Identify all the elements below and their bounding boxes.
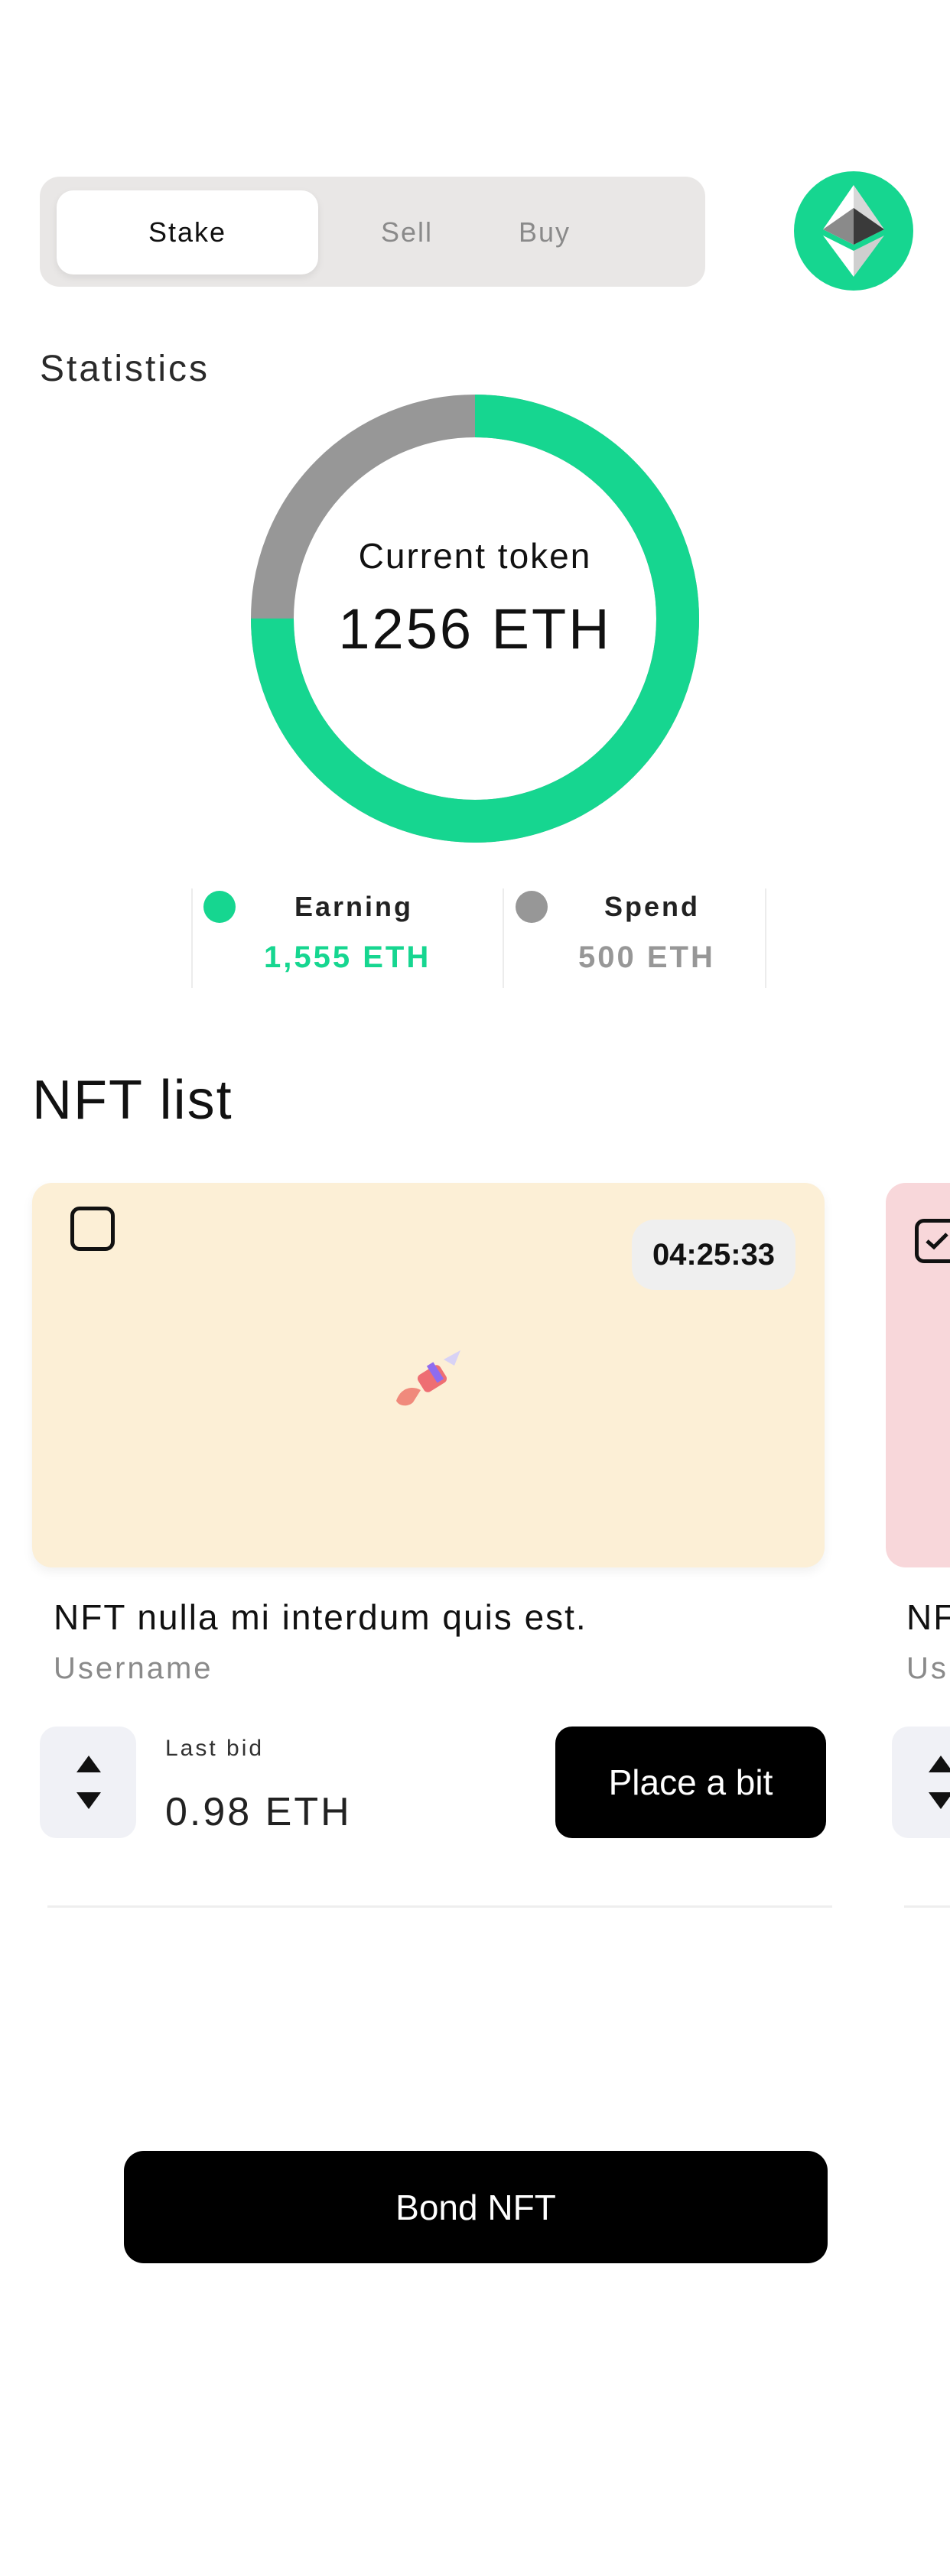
nft-select-checkbox[interactable] [70,1207,115,1251]
arrow-up-icon [929,1756,950,1772]
card-divider [904,1905,950,1908]
tab-stake[interactable]: Stake [57,190,318,274]
spend-label: Spend [604,891,701,922]
legend-divider [765,888,766,988]
tab-buy[interactable]: Buy [499,190,590,274]
brush-icon [396,1350,460,1406]
legend-divider [503,888,504,988]
ethereum-icon [823,185,884,277]
ethereum-avatar-button[interactable] [794,171,913,291]
checkmark-icon [926,1233,948,1250]
earning-value: 1,555 ETH [264,940,431,974]
current-token-value: 1256 ETH [338,597,612,661]
current-token-label: Current token [358,536,592,576]
nft-username[interactable]: Username [54,1652,213,1686]
earning-label: Earning [294,891,414,922]
bid-stepper[interactable] [892,1727,950,1838]
legend-divider [191,888,193,988]
spend-dot-icon [516,891,548,923]
last-bid-value: 0.98 ETH [165,1790,352,1834]
place-bid-button[interactable]: Place a bit [555,1727,826,1838]
arrow-down-icon [929,1792,950,1809]
tab-sell[interactable]: Sell [346,190,468,274]
spend-value: 500 ETH [578,940,715,974]
card-divider [47,1905,832,1908]
statistics-title: Statistics [40,349,210,389]
nft-title: NFT nulla mi interdum quis est. [54,1597,587,1637]
nft-username[interactable]: Us [906,1652,948,1686]
last-bid-label: Last bid [165,1736,265,1761]
arrow-down-icon [76,1792,101,1809]
bond-nft-button[interactable]: Bond NFT [124,2151,828,2263]
nft-select-checkbox[interactable] [915,1219,950,1263]
bid-stepper[interactable] [40,1727,136,1838]
segmented-tabs: Stake Sell Buy [40,177,705,287]
arrow-up-icon [76,1756,101,1772]
earning-dot-icon [203,891,236,923]
nft-list-title: NFT list [32,1070,233,1131]
nft-title: NF [906,1597,950,1637]
nft-countdown-timer: 04:25:33 [632,1220,795,1290]
